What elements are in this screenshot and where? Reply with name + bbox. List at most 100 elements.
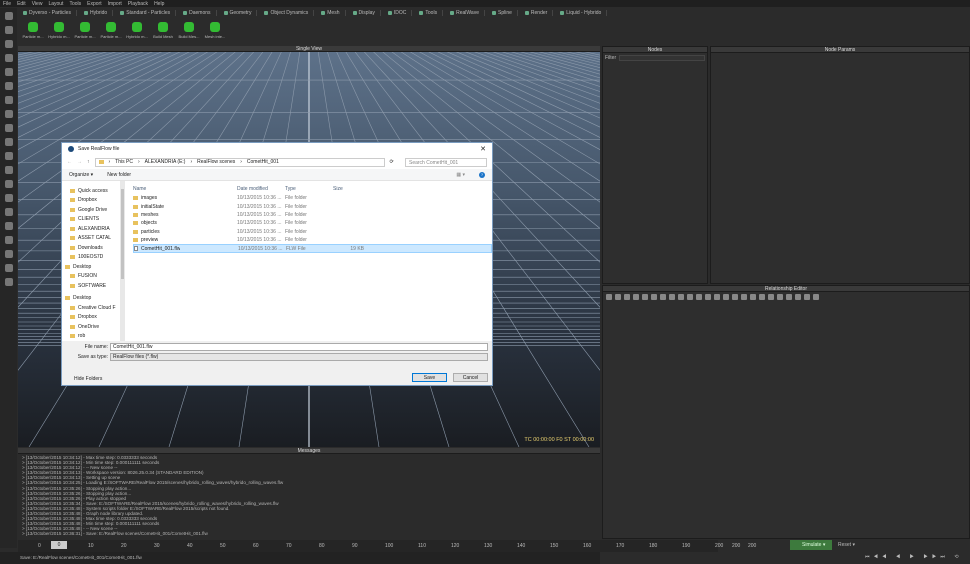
shelf-tab[interactable]: Render bbox=[520, 10, 554, 16]
shelf-tab[interactable]: IDOC bbox=[383, 10, 413, 16]
relationship-tool-icon[interactable] bbox=[705, 294, 711, 300]
relationship-tool-icon[interactable] bbox=[633, 294, 639, 300]
menu-view[interactable]: View bbox=[32, 1, 43, 7]
back-icon[interactable]: ← bbox=[67, 159, 72, 165]
breadcrumb-item[interactable]: CometHit_001 bbox=[247, 159, 279, 165]
shelf-tool-button[interactable]: Build Mes... bbox=[178, 19, 200, 45]
shelf-tool-button[interactable]: Particle m... bbox=[74, 19, 96, 45]
toolbar-icon[interactable] bbox=[4, 68, 13, 76]
shelf-tool-button[interactable]: Mesh inte... bbox=[204, 19, 226, 45]
close-icon[interactable]: ✕ bbox=[480, 145, 486, 153]
playback-controls[interactable]: ⏮◀◀ ◀ ▶ ▶▶⏭ ⟲ bbox=[865, 554, 963, 560]
menu-export[interactable]: Export bbox=[87, 1, 101, 7]
refresh-icon[interactable]: ⟳ bbox=[390, 159, 394, 165]
shelf-tool-button[interactable]: Hybrido m... bbox=[126, 19, 148, 45]
shelf-tab[interactable]: RealWave bbox=[445, 10, 485, 16]
help-icon[interactable]: ? bbox=[479, 171, 485, 178]
shelf-tab[interactable]: Dyverso - Particles bbox=[18, 10, 77, 16]
toolbar-icon[interactable] bbox=[4, 138, 13, 146]
nav-item[interactable]: Creative Cloud F bbox=[62, 303, 120, 313]
end-frame-2[interactable]: 200 bbox=[748, 543, 756, 549]
shelf-tab[interactable]: Standard - Particles bbox=[115, 10, 177, 16]
search-input[interactable]: Search CometHit_001 bbox=[405, 157, 487, 167]
nav-item[interactable]: Google Drive bbox=[62, 205, 120, 215]
toolbar-icon[interactable] bbox=[4, 26, 13, 34]
toolbar-icon[interactable] bbox=[4, 54, 13, 62]
column-header[interactable]: Name bbox=[133, 186, 237, 192]
shelf-tab[interactable]: Hybrido bbox=[79, 10, 114, 16]
menu-file[interactable]: File bbox=[3, 1, 11, 7]
toolbar-icon[interactable] bbox=[4, 278, 13, 286]
menu-import[interactable]: Import bbox=[108, 1, 122, 7]
file-row[interactable]: meshes 10/13/2015 10:36 ... File folder bbox=[133, 211, 492, 219]
relationship-tool-icon[interactable] bbox=[786, 294, 792, 300]
toolbar-icon[interactable] bbox=[4, 166, 13, 174]
shelf-tool-button[interactable]: Build Mesh bbox=[152, 19, 174, 45]
relationship-tool-icon[interactable] bbox=[687, 294, 693, 300]
nav-scrollbar[interactable] bbox=[120, 181, 125, 341]
toolbar-icon[interactable] bbox=[4, 96, 13, 104]
relationship-tool-icon[interactable] bbox=[768, 294, 774, 300]
relationship-tool-icon[interactable] bbox=[669, 294, 675, 300]
relationship-tool-icon[interactable] bbox=[813, 294, 819, 300]
toolbar-icon[interactable] bbox=[4, 152, 13, 160]
shelf-tab[interactable]: Daemons bbox=[178, 10, 217, 16]
relationship-tool-icon[interactable] bbox=[678, 294, 684, 300]
relationship-tool-icon[interactable] bbox=[714, 294, 720, 300]
relationship-tool-icon[interactable] bbox=[804, 294, 810, 300]
view-options-icon[interactable]: ▦ ▾ bbox=[456, 172, 465, 178]
relationship-tool-icon[interactable] bbox=[660, 294, 666, 300]
relationship-tool-icon[interactable] bbox=[642, 294, 648, 300]
toolbar-icon[interactable] bbox=[4, 250, 13, 258]
toolbar-icon[interactable] bbox=[4, 194, 13, 202]
toolbar-icon[interactable] bbox=[4, 180, 13, 188]
breadcrumb-item[interactable]: ALEXANDRIA (E:) bbox=[145, 159, 186, 165]
menu-playback[interactable]: Playback bbox=[128, 1, 148, 7]
shelf-tool-button[interactable]: Particle m... bbox=[22, 19, 44, 45]
nav-item[interactable]: Downloads bbox=[62, 243, 120, 253]
save-type-select[interactable]: RealFlow files (*.flw) bbox=[110, 352, 488, 361]
new-folder-button[interactable]: New folder bbox=[107, 172, 131, 178]
toolbar-icon[interactable] bbox=[4, 236, 13, 244]
breadcrumb[interactable]: › This PC › ALEXANDRIA (E:) › RealFlow scenes… bbox=[94, 157, 385, 167]
nav-item[interactable]: CLIENTS bbox=[62, 215, 120, 225]
toolbar-icon[interactable] bbox=[4, 40, 13, 48]
breadcrumb-item[interactable]: This PC bbox=[115, 159, 133, 165]
nav-item[interactable]: Dropbox bbox=[62, 196, 120, 206]
file-name-input[interactable]: CometHit_001.flw bbox=[110, 342, 488, 351]
up-icon[interactable]: ↑ bbox=[87, 159, 90, 165]
hide-folders-button[interactable]: Hide Folders bbox=[74, 376, 102, 382]
file-row[interactable]: objects 10/13/2015 10:36 ... File folder bbox=[133, 219, 492, 227]
relationship-tool-icon[interactable] bbox=[624, 294, 630, 300]
organize-button[interactable]: Organize ▾ bbox=[69, 172, 93, 178]
shelf-tab[interactable]: Display bbox=[348, 10, 381, 16]
nav-item[interactable]: Desktop bbox=[62, 294, 120, 304]
forward-icon[interactable]: → bbox=[77, 159, 82, 165]
relationship-tool-icon[interactable] bbox=[795, 294, 801, 300]
shelf-tab[interactable]: Object Dynamics bbox=[259, 10, 315, 16]
column-header[interactable]: Date modified bbox=[237, 186, 285, 192]
nav-item[interactable]: Dropbox bbox=[62, 313, 120, 323]
nav-item[interactable]: Desktop bbox=[62, 262, 120, 272]
nav-item[interactable]: rob bbox=[62, 332, 120, 342]
shelf-tab[interactable]: Liquid - Hybrido bbox=[555, 10, 608, 16]
file-row[interactable]: initialState 10/13/2015 10:36 ... File fol… bbox=[133, 202, 492, 210]
file-row[interactable]: particles 10/13/2015 10:36 ... File folder bbox=[133, 228, 492, 236]
nav-item[interactable]: 100EOS7D bbox=[62, 253, 120, 263]
toolbar-icon[interactable] bbox=[4, 264, 13, 272]
relationship-tool-icon[interactable] bbox=[723, 294, 729, 300]
file-row[interactable]: images 10/13/2015 10:36 ... File folder bbox=[133, 194, 492, 202]
file-row[interactable]: preview 10/13/2015 10:36 ... File folder bbox=[133, 236, 492, 244]
shelf-tool-button[interactable]: Particle m... bbox=[100, 19, 122, 45]
menu-tools[interactable]: Tools bbox=[69, 1, 81, 7]
relationship-tool-icon[interactable] bbox=[651, 294, 657, 300]
relationship-tool-icon[interactable] bbox=[741, 294, 747, 300]
filter-input[interactable] bbox=[619, 55, 705, 61]
current-frame-input[interactable]: 0 bbox=[51, 541, 67, 549]
shelf-tab[interactable]: Geometry bbox=[219, 10, 258, 16]
relationship-tool-icon[interactable] bbox=[696, 294, 702, 300]
nav-item[interactable]: ASSET CATAL bbox=[62, 234, 120, 244]
toolbar-icon[interactable] bbox=[4, 82, 13, 90]
relationship-tool-icon[interactable] bbox=[777, 294, 783, 300]
relationship-tool-icon[interactable] bbox=[759, 294, 765, 300]
